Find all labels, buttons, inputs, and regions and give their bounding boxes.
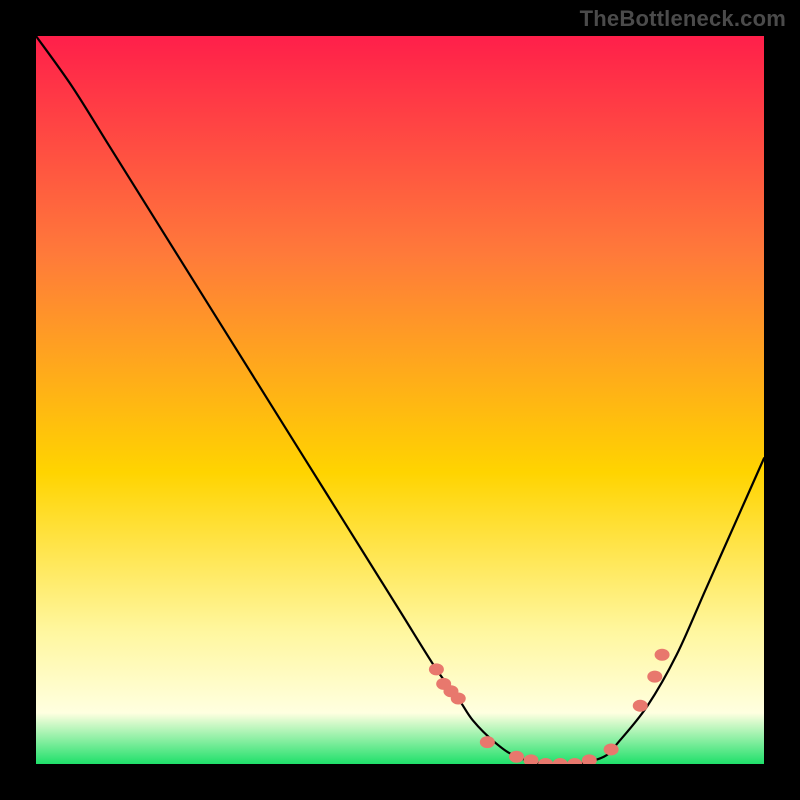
highlight-dot [429, 663, 444, 675]
chart-stage: TheBottleneck.com [0, 0, 800, 800]
highlight-dot [655, 649, 670, 661]
highlight-dot [509, 751, 524, 763]
highlight-dot [604, 743, 619, 755]
plot-svg [36, 36, 764, 764]
highlight-dot [647, 671, 662, 683]
highlight-dot [480, 736, 495, 748]
highlight-dot [451, 692, 466, 704]
highlight-dot [633, 700, 648, 712]
watermark-label: TheBottleneck.com [580, 6, 786, 32]
plot-area [36, 36, 764, 764]
